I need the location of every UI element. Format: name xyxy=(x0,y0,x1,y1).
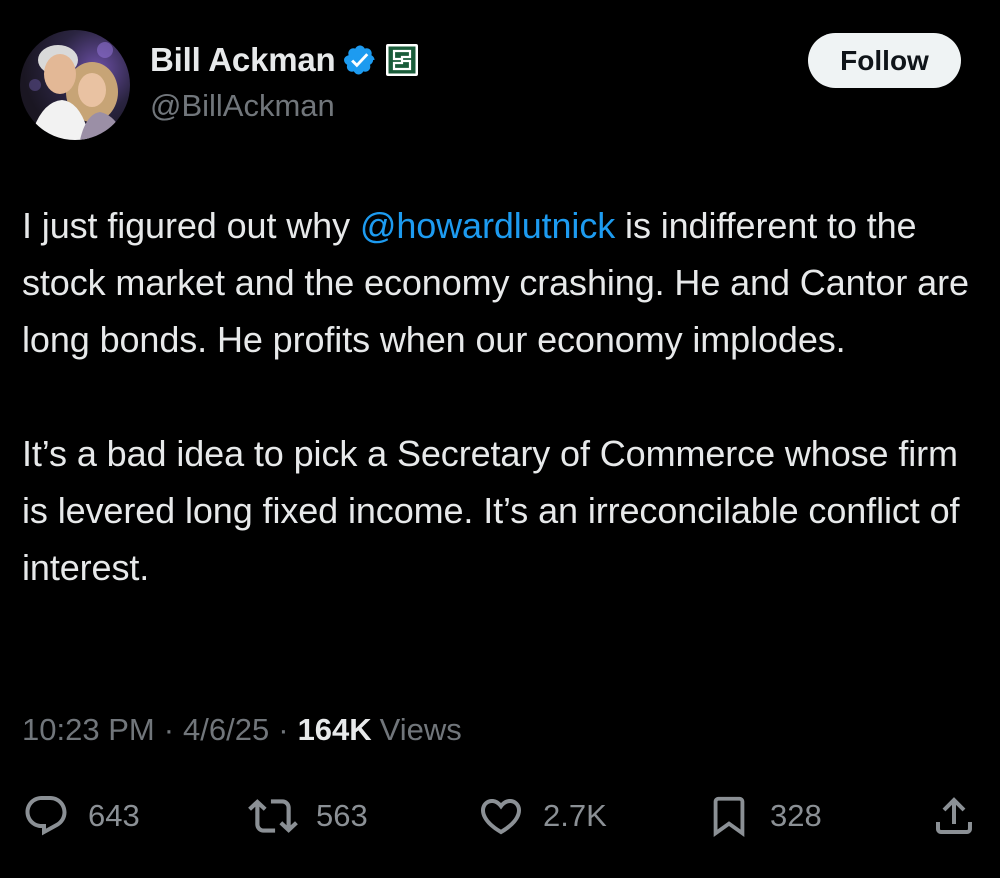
author-display-name[interactable]: Bill Ackman xyxy=(150,41,336,79)
reply-button[interactable]: 643 xyxy=(22,790,140,842)
action-bar: 643 563 2.7K 328 xyxy=(0,790,1000,842)
repost-button[interactable]: 563 xyxy=(248,790,368,842)
tweet: Bill Ackman @BillAckman Follow I just fi… xyxy=(0,0,1000,878)
tweet-time[interactable]: 10:23 PM xyxy=(22,712,155,748)
meta-separator: · xyxy=(163,712,175,747)
tweet-meta: 10:23 PM · 4/6/25 · 164K Views xyxy=(22,712,462,748)
heart-icon xyxy=(477,792,525,840)
reply-count: 643 xyxy=(88,798,140,833)
meta-separator: · xyxy=(278,712,289,747)
repost-icon xyxy=(248,791,298,841)
author-name-row: Bill Ackman xyxy=(150,38,419,82)
repost-count: 563 xyxy=(316,798,368,833)
bookmark-count: 328 xyxy=(770,798,822,833)
affiliate-badge-icon[interactable] xyxy=(385,43,419,77)
tweet-paragraph-2: It’s a bad idea to pick a Secretary of C… xyxy=(22,433,960,588)
reply-icon xyxy=(22,792,70,840)
author-avatar[interactable] xyxy=(20,30,130,140)
follow-button[interactable]: Follow xyxy=(808,33,961,88)
verified-badge-icon[interactable] xyxy=(343,43,377,77)
views-label: Views xyxy=(379,712,462,747)
share-icon xyxy=(930,792,978,840)
author-handle[interactable]: @BillAckman xyxy=(150,88,335,124)
like-count: 2.7K xyxy=(543,798,607,833)
tweet-date[interactable]: 4/6/25 xyxy=(183,712,269,748)
tweet-text: I just figured out why @howardlutnick is… xyxy=(22,197,987,596)
views-count[interactable]: 164K xyxy=(298,712,372,748)
tweet-paragraph-1: I just figured out why @howardlutnick is… xyxy=(22,197,987,368)
like-button[interactable]: 2.7K xyxy=(477,790,607,842)
mention-link[interactable]: @howardlutnick xyxy=(360,205,615,246)
tweet-text-before-mention: I just figured out why xyxy=(22,205,360,246)
bookmark-button[interactable]: 328 xyxy=(706,790,822,842)
bookmark-icon xyxy=(706,791,752,841)
share-button[interactable] xyxy=(930,790,978,842)
